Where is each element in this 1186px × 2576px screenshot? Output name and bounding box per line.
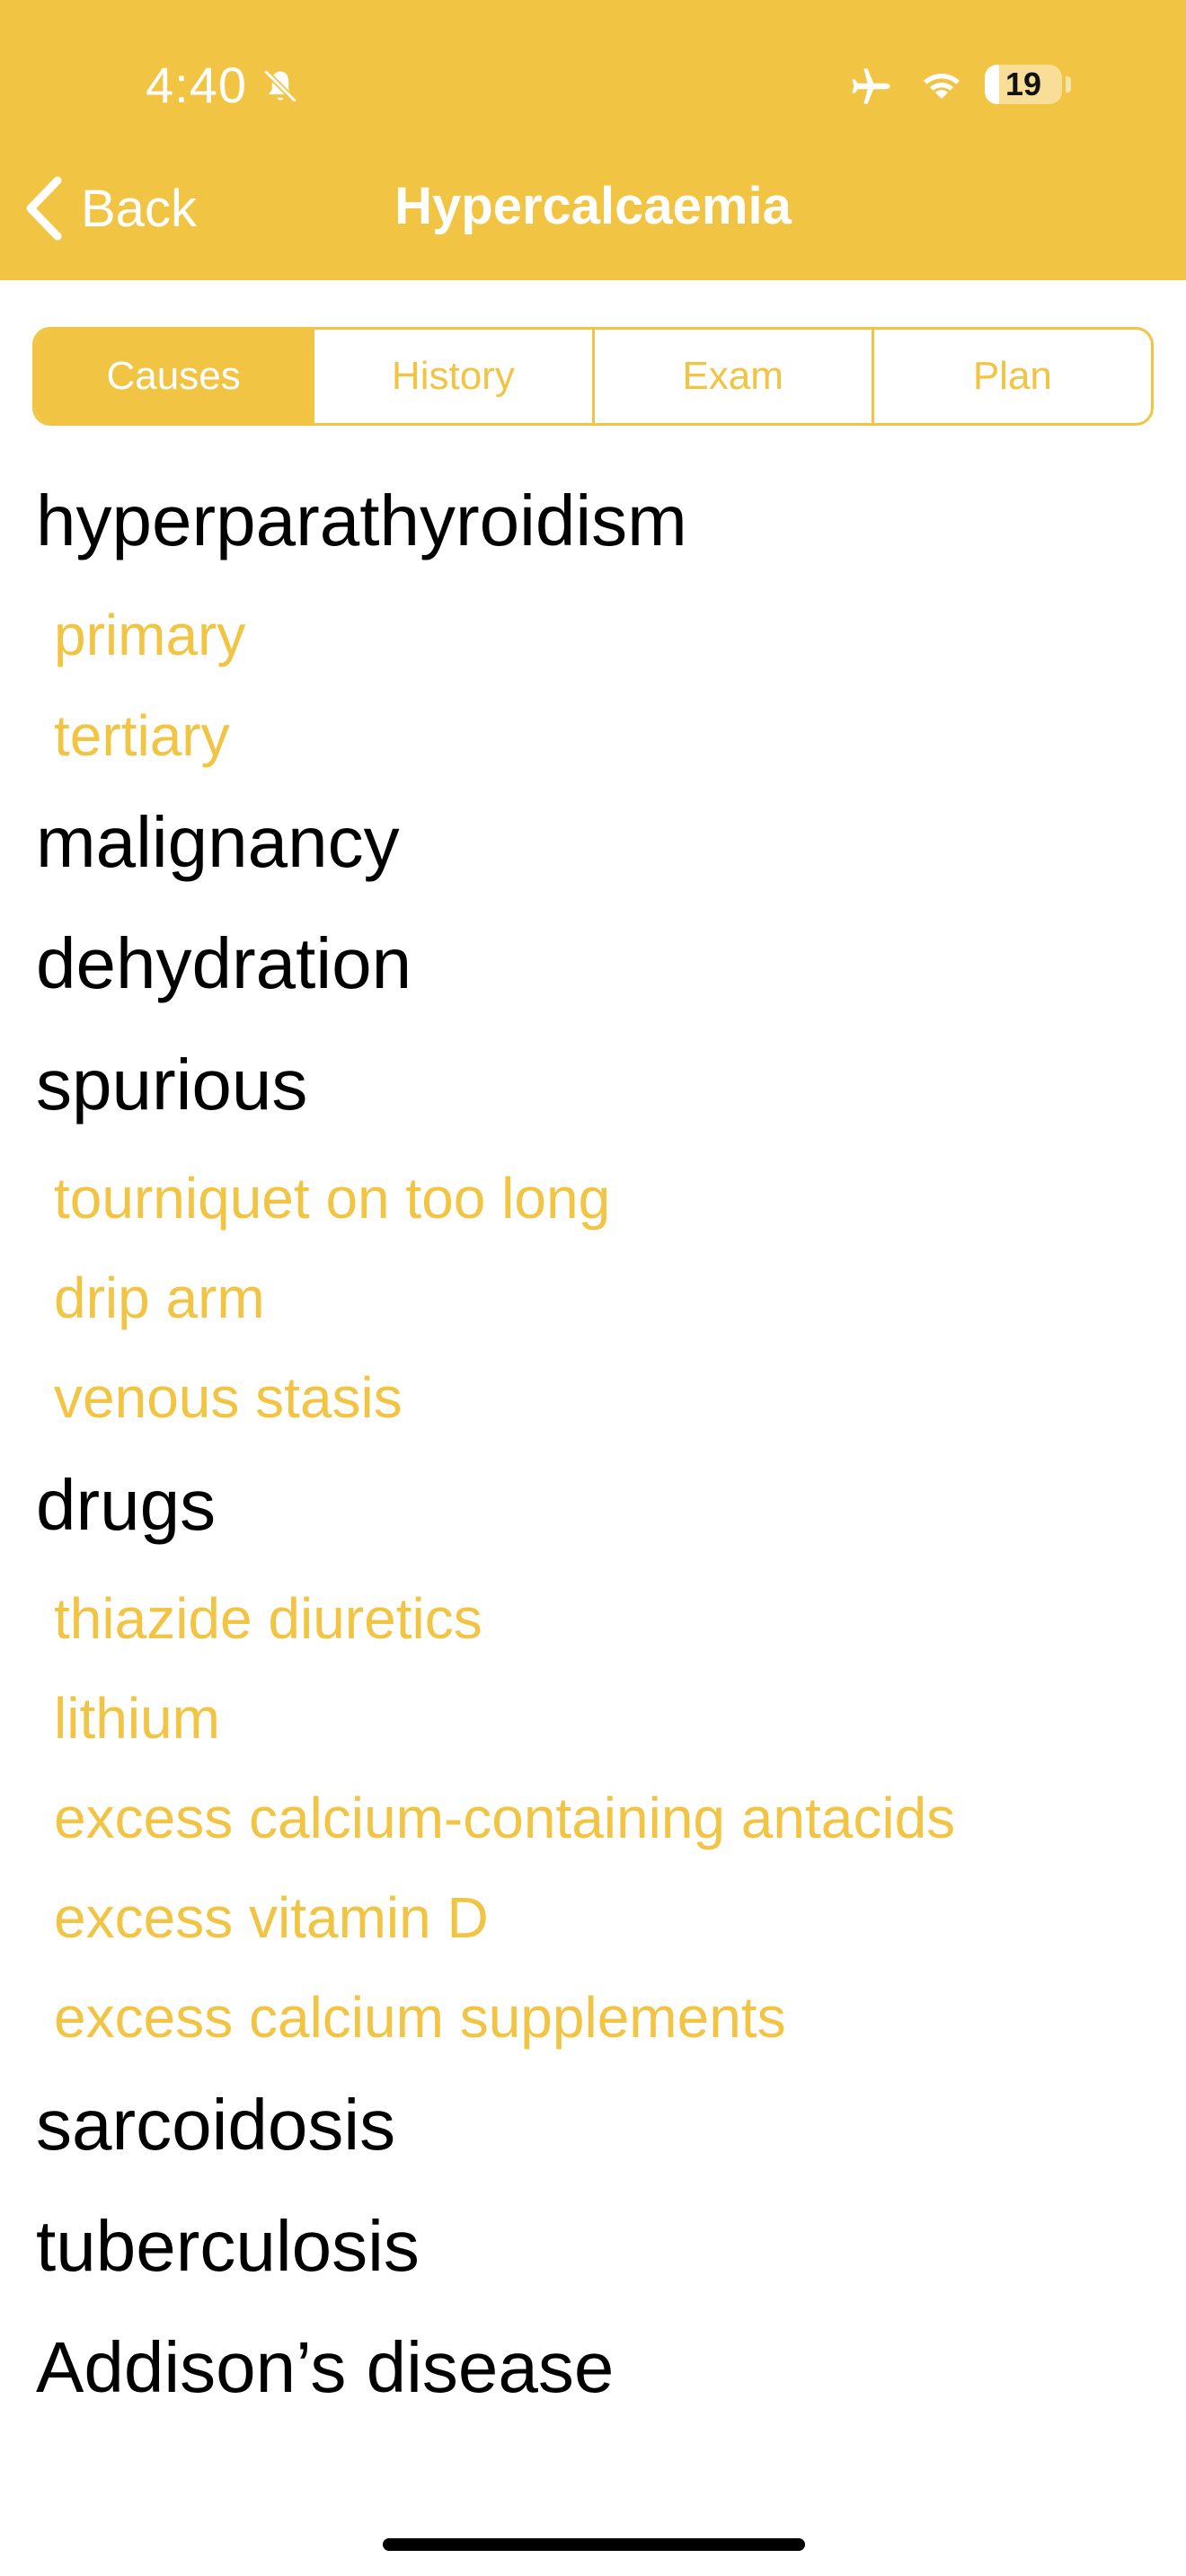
airplane-icon [852, 68, 890, 104]
list-item: sarcoidosis [36, 2085, 396, 2165]
list-subitem: tertiary [54, 703, 230, 768]
list-subitem: excess calcium supplements [54, 1985, 786, 2050]
list-item: tuberculosis [36, 2206, 420, 2286]
status-time: 4:40 [146, 57, 247, 113]
list-subitem: excess vitamin D [54, 1885, 489, 1950]
list-subitem: lithium [54, 1686, 220, 1751]
tab-causes[interactable]: Causes [35, 330, 313, 423]
clipped-list-item-text [36, 2461, 56, 2470]
battery-percentage: 19 [1005, 66, 1042, 102]
bell-slash-icon [263, 69, 297, 103]
battery-indicator: 19 [985, 65, 1062, 104]
navigation-header: 4:40 19 Back Hypercalcaemia [0, 0, 1186, 280]
wifi-icon [924, 74, 960, 99]
list-item: hyperparathyroidism [36, 481, 687, 560]
list-subitem: thiazide diuretics [54, 1586, 482, 1651]
tab-exam[interactable]: Exam [591, 330, 872, 423]
page-title: Hypercalcaemia [394, 177, 792, 235]
list-item: spurious [36, 1045, 308, 1125]
list-item: Addison’s disease [36, 2327, 615, 2407]
app-screen: 4:40 19 Back Hypercalcaemia Causes Histo… [0, 0, 1186, 2576]
home-indicator[interactable] [383, 2538, 805, 2551]
list-subitem: primary [54, 603, 246, 667]
list-item: dehydration [36, 923, 412, 1003]
list-subitem: tourniquet on too long [54, 1166, 611, 1231]
clipped-list-item [36, 2461, 557, 2470]
list-subitem: excess calcium-containing antacids [54, 1786, 956, 1850]
tab-history[interactable]: History [312, 330, 591, 423]
list-subitem: venous stasis [54, 1365, 403, 1430]
tab-plan[interactable]: Plan [871, 330, 1151, 423]
list-item: malignancy [36, 802, 400, 882]
battery-cap [1066, 76, 1071, 93]
list-subitem: drip arm [54, 1266, 265, 1330]
list-item: drugs [36, 1465, 217, 1545]
segmented-control: Causes History Exam Plan [32, 327, 1154, 426]
